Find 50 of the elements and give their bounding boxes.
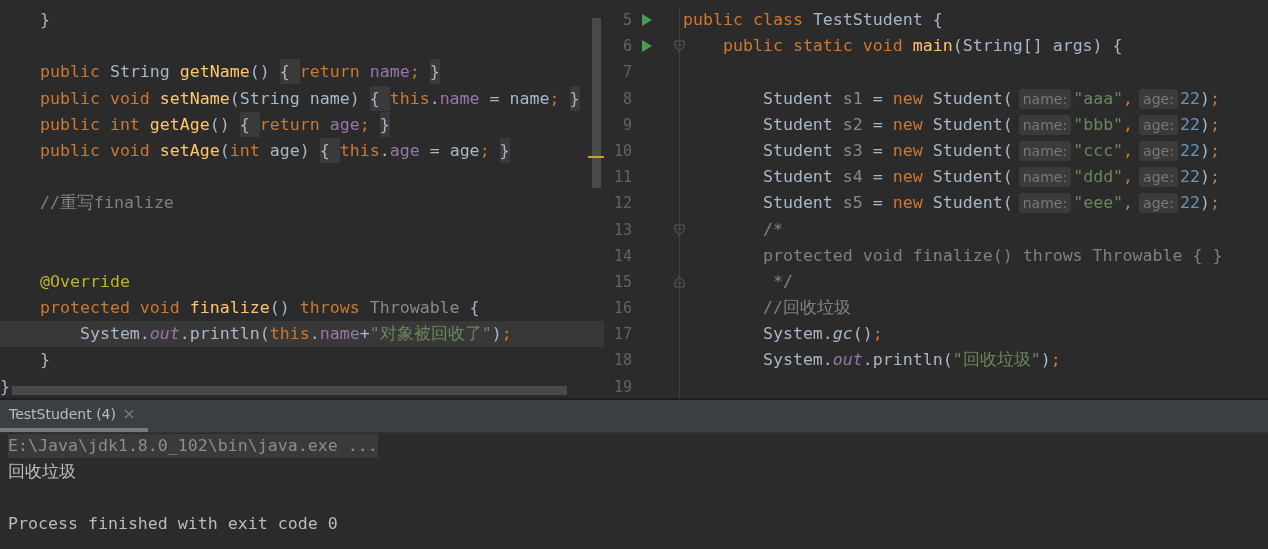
- line-number: 15: [612, 271, 632, 293]
- line-number: 12: [612, 193, 632, 215]
- scrollbar[interactable]: [592, 18, 601, 188]
- code-line: //回收垃圾: [761, 297, 851, 320]
- fold-icon[interactable]: [674, 275, 685, 288]
- fold-icon[interactable]: [674, 223, 685, 236]
- console-line: 回收垃圾: [8, 462, 76, 481]
- code-line: System.out.println("回收垃圾");: [761, 349, 1061, 372]
- run-icon[interactable]: [642, 14, 652, 27]
- code-line: Student s2 = new Student( name: "bbb", age: 22);: [761, 113, 1220, 137]
- code-line: protected void finalize() throws Throwable {: [38, 297, 480, 320]
- line-number: 5: [621, 10, 632, 31]
- line-number: 11: [612, 167, 632, 189]
- line-number: 9: [621, 114, 632, 136]
- code-line: public void setName(String name) { this.name = name; }: [0, 85, 580, 112]
- code-line: }: [38, 9, 50, 31]
- warning-marker[interactable]: [588, 156, 604, 158]
- code-line: //重写finalize: [38, 192, 174, 215]
- line-number: 16: [612, 298, 632, 320]
- code-line: /*: [761, 218, 783, 241]
- code-line: public int getAge() { return age; }: [0, 111, 390, 138]
- line-number: 18: [612, 350, 632, 372]
- line-number: 6: [621, 36, 632, 58]
- line-number: 7: [621, 62, 632, 84]
- code-line: public void setAge(int age) { this.age = age; }: [0, 137, 510, 165]
- run-icon[interactable]: [642, 40, 652, 53]
- line-number: 17: [612, 324, 632, 346]
- console-line: Process finished with exit code 0: [8, 514, 338, 533]
- scrollbar[interactable]: [12, 386, 567, 395]
- code-line: public String getName() { return name; }: [0, 59, 440, 86]
- code-line: Student s3 = new Student( name: "ccc", age: 22);: [761, 139, 1220, 163]
- code-line: */: [771, 270, 793, 293]
- code-line: Student s4 = new Student( name: "ddd", age: 22);: [761, 166, 1220, 190]
- line-number: 10: [612, 140, 632, 162]
- code-line: }: [38, 349, 50, 372]
- code-line: protected void finalize() throws Throwable { }: [761, 244, 1223, 267]
- line-number: 8: [621, 88, 632, 110]
- code-line: Student s5 = new Student( name: "eee", age: 22);: [761, 192, 1220, 216]
- code-line: public static void main(String[] args) {: [721, 35, 1123, 58]
- code-line: System.out.println(this.name+"对象被回收了");: [78, 323, 512, 346]
- code-line: Student s1 = new Student( name: "aaa", age: 22);: [761, 87, 1220, 111]
- close-icon[interactable]: [123, 409, 134, 419]
- code-line: @Override: [38, 270, 130, 293]
- fold-icon[interactable]: [674, 40, 685, 53]
- code-line: public class TestStudent {: [683, 9, 943, 31]
- code-line: System.gc();: [761, 323, 883, 346]
- line-number: 13: [612, 219, 632, 241]
- line-number: 14: [612, 245, 632, 267]
- code-line: }: [0, 375, 10, 398]
- line-number: 19: [612, 376, 632, 398]
